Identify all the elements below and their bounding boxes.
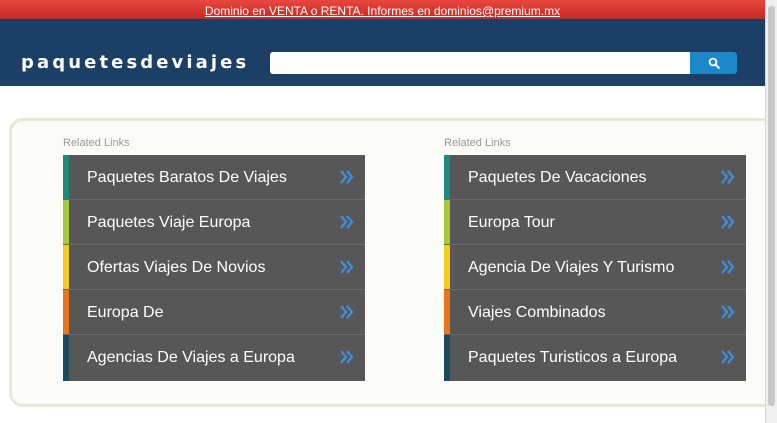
- scrollbar-thumb[interactable]: [768, 6, 775, 406]
- related-link[interactable]: Ofertas Viajes De Novios: [63, 245, 365, 290]
- related-link-label: Europa De: [87, 304, 164, 321]
- double-chevron-right-icon: [721, 260, 735, 274]
- double-chevron-right-icon: [721, 350, 735, 364]
- double-chevron-right-icon: [340, 215, 354, 229]
- related-links-heading: Related Links: [444, 137, 511, 149]
- color-stripe: [63, 155, 69, 199]
- double-chevron-right-icon: [340, 305, 354, 319]
- sale-banner: Dominio en VENTA o RENTA. Informes en do…: [0, 0, 765, 19]
- color-stripe: [444, 200, 450, 244]
- search-icon: [708, 57, 720, 69]
- related-links-column-right: Related Links Paquetes De Vacaciones Eur…: [444, 136, 746, 381]
- related-link-label: Ofertas Viajes De Novios: [87, 259, 266, 276]
- double-chevron-right-icon: [340, 260, 354, 274]
- color-stripe: [444, 290, 450, 334]
- double-chevron-right-icon: [721, 215, 735, 229]
- related-link-label: Paquetes De Vacaciones: [468, 169, 647, 186]
- related-link-label: Paquetes Viaje Europa: [87, 214, 251, 231]
- double-chevron-right-icon: [340, 170, 354, 184]
- search-button[interactable]: [690, 52, 737, 74]
- double-chevron-right-icon: [721, 305, 735, 319]
- related-link[interactable]: Paquetes Baratos De Viajes: [63, 155, 365, 200]
- site-logo[interactable]: paquetesdeviajes: [21, 52, 249, 73]
- search-input[interactable]: [270, 52, 690, 74]
- double-chevron-right-icon: [340, 350, 354, 364]
- related-link-label: Agencia De Viajes Y Turismo: [468, 259, 675, 276]
- color-stripe: [444, 155, 450, 199]
- related-links-heading: Related Links: [63, 137, 130, 149]
- related-links-list: Paquetes De Vacaciones Europa Tour Agenc…: [444, 155, 746, 381]
- related-link[interactable]: Paquetes De Vacaciones: [444, 155, 746, 200]
- vertical-scrollbar[interactable]: [765, 0, 777, 423]
- double-chevron-right-icon: [721, 170, 735, 184]
- related-link-label: Agencias De Viajes a Europa: [87, 349, 295, 366]
- color-stripe: [444, 245, 450, 289]
- related-link[interactable]: Europa De: [63, 290, 365, 335]
- related-link-label: Paquetes Turisticos a Europa: [468, 349, 678, 366]
- related-link[interactable]: Agencias De Viajes a Europa: [63, 335, 365, 381]
- related-links-list: Paquetes Baratos De Viajes Paquetes Viaj…: [63, 155, 365, 381]
- color-stripe: [63, 335, 69, 381]
- sale-banner-link[interactable]: Dominio en VENTA o RENTA. Informes en do…: [205, 4, 560, 18]
- related-link[interactable]: Viajes Combinados: [444, 290, 746, 335]
- header: paquetesdeviajes: [0, 19, 765, 86]
- related-link[interactable]: Paquetes Viaje Europa: [63, 200, 365, 245]
- color-stripe: [63, 290, 69, 334]
- color-stripe: [444, 335, 450, 381]
- related-link-label: Europa Tour: [468, 214, 555, 231]
- related-links-column-left: Related Links Paquetes Baratos De Viajes…: [63, 136, 365, 381]
- related-link[interactable]: Paquetes Turisticos a Europa: [444, 335, 746, 381]
- related-link[interactable]: Europa Tour: [444, 200, 746, 245]
- related-link-label: Paquetes Baratos De Viajes: [87, 169, 287, 186]
- related-link[interactable]: Agencia De Viajes Y Turismo: [444, 245, 746, 290]
- color-stripe: [63, 200, 69, 244]
- color-stripe: [63, 245, 69, 289]
- related-link-label: Viajes Combinados: [468, 304, 606, 321]
